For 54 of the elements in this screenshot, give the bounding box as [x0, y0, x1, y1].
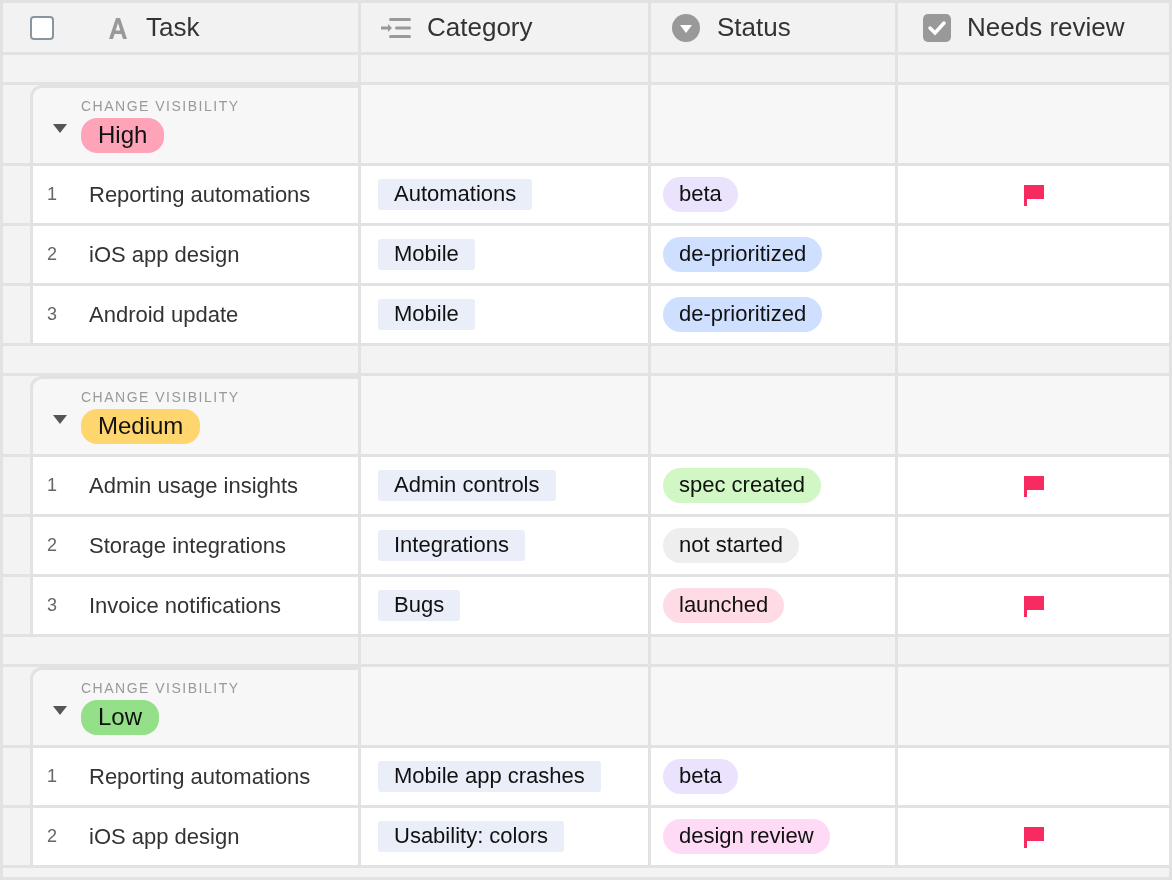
task-name: Android update	[89, 301, 239, 328]
task-name: Storage integrations	[89, 532, 286, 559]
category-tag: Admin controls	[378, 470, 556, 501]
caret-icon[interactable]	[53, 705, 67, 716]
column-header[interactable]: Needs review	[898, 3, 1169, 52]
category-tag: Mobile app crashes	[378, 761, 601, 792]
task-name: Reporting automations	[89, 763, 311, 790]
priority-tag: Low	[81, 700, 160, 735]
row-number: 1	[46, 184, 58, 205]
category-tag: Usability: colors	[378, 821, 565, 852]
task-name: Admin usage insights	[89, 472, 299, 499]
column-header[interactable]: Task	[3, 3, 358, 52]
column-title: Status	[717, 12, 791, 43]
status-tag: spec created	[663, 468, 821, 503]
category-tag: Automations	[378, 179, 533, 210]
category-tag: Integrations	[378, 530, 525, 561]
status-tag: launched	[663, 588, 785, 623]
row-number: 1	[46, 475, 58, 496]
column-title: Task	[146, 12, 200, 43]
priority-tag: High	[81, 118, 165, 153]
priority-tag: Medium	[81, 409, 201, 444]
column-header[interactable]: Status	[651, 3, 895, 52]
status-tag: beta	[663, 177, 738, 212]
status-tag: beta	[663, 759, 738, 794]
category-tag: Mobile	[378, 299, 475, 330]
select-all-checkbox[interactable]	[30, 15, 54, 40]
task-name: Reporting automations	[89, 181, 311, 208]
group-caption: CHANGE VISIBILITY	[81, 680, 240, 696]
task-name: iOS app design	[89, 823, 240, 850]
row-number: 2	[46, 826, 58, 847]
category-tag: Mobile	[378, 239, 475, 270]
dropdown-icon	[671, 12, 701, 43]
row-number: 3	[46, 304, 58, 325]
task-name: Invoice notifications	[89, 592, 281, 619]
column-title: Needs review	[967, 12, 1125, 43]
letter-a-icon	[106, 15, 130, 40]
status-tag: de-prioritized	[663, 297, 823, 332]
row-number: 3	[46, 595, 58, 616]
checkbox-icon	[923, 13, 951, 42]
group-caption: CHANGE VISIBILITY	[81, 389, 240, 405]
group-caption: CHANGE VISIBILITY	[81, 98, 240, 114]
status-tag: not started	[663, 528, 799, 563]
column-title: Category	[427, 12, 533, 43]
category-tag: Bugs	[378, 590, 461, 621]
row-number: 2	[46, 244, 58, 265]
list-icon	[381, 16, 411, 39]
task-name: iOS app design	[89, 241, 240, 268]
row-number: 2	[46, 535, 58, 556]
status-tag: design review	[663, 819, 830, 854]
column-header[interactable]: Category	[361, 3, 648, 52]
row-number: 1	[46, 766, 58, 787]
caret-icon[interactable]	[53, 414, 67, 425]
status-tag: de-prioritized	[663, 237, 823, 272]
caret-icon[interactable]	[53, 123, 67, 134]
